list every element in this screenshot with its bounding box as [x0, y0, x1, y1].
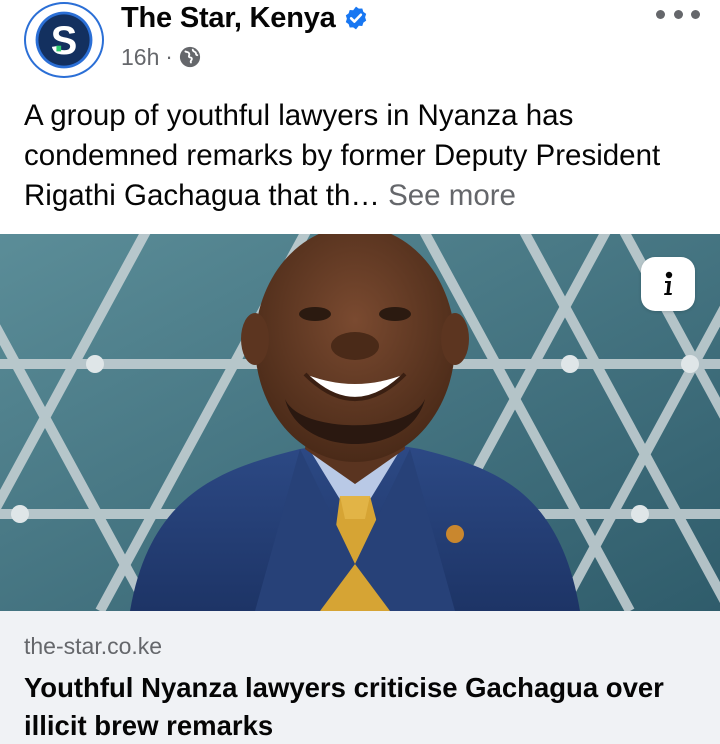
page-avatar[interactable]: S: [24, 2, 104, 78]
globe-icon: [179, 46, 201, 68]
info-icon: [664, 271, 673, 295]
post-timestamp[interactable]: 16h: [121, 44, 159, 71]
more-dot: [656, 9, 665, 19]
link-title: Youthful Nyanza lawyers criticise Gachag…: [24, 672, 664, 741]
more-dot: [691, 9, 700, 19]
lawyer-portrait-image: [0, 234, 720, 611]
page-name[interactable]: The Star, Kenya: [121, 2, 336, 35]
post-body: A group of youthful lawyers in Nyanza ha…: [24, 99, 661, 212]
post-header: S The Star, Kenya 16h ·: [0, 0, 720, 84]
more-dot: [673, 9, 683, 19]
post-meta: 16h ·: [121, 42, 201, 72]
more-options-icon[interactable]: [656, 2, 700, 26]
link-preview[interactable]: the-star.co.ke Youthful Nyanza lawyers c…: [0, 611, 720, 744]
link-domain: the-star.co.ke: [24, 633, 163, 659]
info-button[interactable]: [641, 257, 695, 311]
post-photo[interactable]: [0, 234, 720, 611]
avatar-letter: S: [51, 19, 78, 63]
star-logo-icon: S: [31, 7, 97, 73]
post-text: A group of youthful lawyers in Nyanza ha…: [24, 96, 704, 216]
verified-badge-icon: [343, 5, 369, 31]
see-more-link[interactable]: See more: [388, 179, 516, 212]
page-name-row: The Star, Kenya: [121, 0, 369, 36]
meta-separator: ·: [165, 44, 173, 69]
